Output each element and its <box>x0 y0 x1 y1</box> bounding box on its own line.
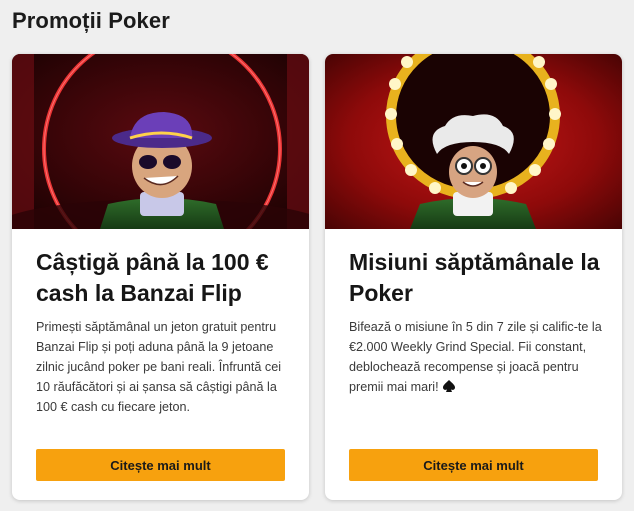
promo-description-text: Bifează o misiune în 5 din 7 zile și cal… <box>349 320 602 394</box>
spade-icon <box>442 379 456 399</box>
promo-card-banzai-flip: Câștigă până la 100 € cash la Banzai Fli… <box>12 54 309 500</box>
promo-title: Câștigă până la 100 € cash la Banzai Fli… <box>36 249 269 306</box>
promo-title: Misiuni săptămânale la Poker <box>349 249 600 306</box>
promo-card-weekly-missions: Misiuni săptămânale la Poker Bifează o m… <box>325 54 622 500</box>
read-more-button[interactable]: Citește mai mult <box>36 449 285 481</box>
section-title: Promoții Poker <box>12 8 170 33</box>
promo-image-weekly-missions <box>325 54 622 229</box>
promo-image-banzai-flip <box>12 54 309 229</box>
promo-description: Primești săptămânal un jeton gratuit pen… <box>36 320 282 414</box>
read-more-button[interactable]: Citește mai mult <box>349 449 598 481</box>
promo-description: Bifează o misiune în 5 din 7 zile și cal… <box>349 317 607 399</box>
